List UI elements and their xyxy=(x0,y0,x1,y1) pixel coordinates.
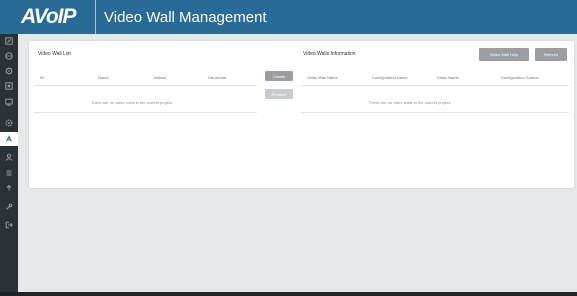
logout-icon xyxy=(5,221,13,229)
remove-button[interactable]: Remove xyxy=(265,89,293,99)
upload-icon xyxy=(6,184,12,191)
video-walls-information-empty-message: There are no video walls in the current … xyxy=(369,100,452,105)
bottom-bar xyxy=(0,292,577,296)
video-wall-card: Video Wall List ID Name Vertical Horizon… xyxy=(29,41,574,188)
globe-icon xyxy=(5,52,13,60)
column-header-vertical: Vertical xyxy=(153,75,167,80)
column-header-name: Name xyxy=(98,75,109,80)
column-header-class-name: Class Name xyxy=(437,75,459,80)
sidebar-item-wrench[interactable] xyxy=(0,200,18,214)
page-title: Video Wall Management xyxy=(104,9,267,26)
video-wall-icon xyxy=(6,135,12,142)
user-icon xyxy=(5,153,13,161)
video-walls-information-title: Video Walls Information xyxy=(303,51,356,57)
sidebar-item-grid[interactable] xyxy=(0,79,18,93)
video-wall-list-title: Video Wall List xyxy=(38,51,71,57)
info-table-bottom-divider xyxy=(301,112,569,113)
sidebar-item-logout[interactable] xyxy=(0,218,18,232)
column-header-video-wall-name: Video Wall Name xyxy=(307,75,338,80)
sidebar-item-user[interactable] xyxy=(0,150,18,164)
settings-icon xyxy=(5,67,13,75)
sidebar-item-list[interactable] xyxy=(0,166,18,180)
app-header: AVoIP Video Wall Management xyxy=(0,0,577,34)
info-table-header-divider xyxy=(301,85,569,86)
table-bottom-divider xyxy=(34,112,257,113)
video-wall-list-empty-message: There are no video walls in the current … xyxy=(91,100,174,105)
header-divider xyxy=(95,0,96,34)
sidebar-item-video-wall[interactable] xyxy=(0,132,18,146)
sidebar-item-upload[interactable] xyxy=(0,181,18,195)
avoip-logo: AVoIP xyxy=(21,5,77,28)
sidebar-item-monitor[interactable] xyxy=(0,95,18,109)
sidebar-item-settings[interactable] xyxy=(0,64,18,78)
gear-icon xyxy=(5,119,13,127)
create-button[interactable]: Create xyxy=(265,71,293,81)
refresh-button[interactable]: Refresh xyxy=(535,48,567,61)
wrench-icon xyxy=(6,203,13,210)
sidebar-item-globe[interactable] xyxy=(0,49,18,63)
column-header-id: ID xyxy=(40,75,44,80)
column-header-horizontal: Horizontal xyxy=(208,75,227,80)
edit-icon xyxy=(5,37,13,45)
list-icon xyxy=(6,170,12,176)
column-header-configuration-name: Configuration Name xyxy=(372,75,408,80)
table-header-divider xyxy=(34,85,257,86)
monitor-icon xyxy=(5,98,13,106)
video-wall-help-button[interactable]: Video Wall Help xyxy=(479,48,529,61)
sidebar-item-edit[interactable] xyxy=(0,34,18,48)
sidebar-item-gear[interactable] xyxy=(0,116,18,130)
column-header-configuration-source: Configuration Source xyxy=(501,75,539,80)
grid-icon xyxy=(5,82,13,90)
sidebar xyxy=(0,34,18,292)
